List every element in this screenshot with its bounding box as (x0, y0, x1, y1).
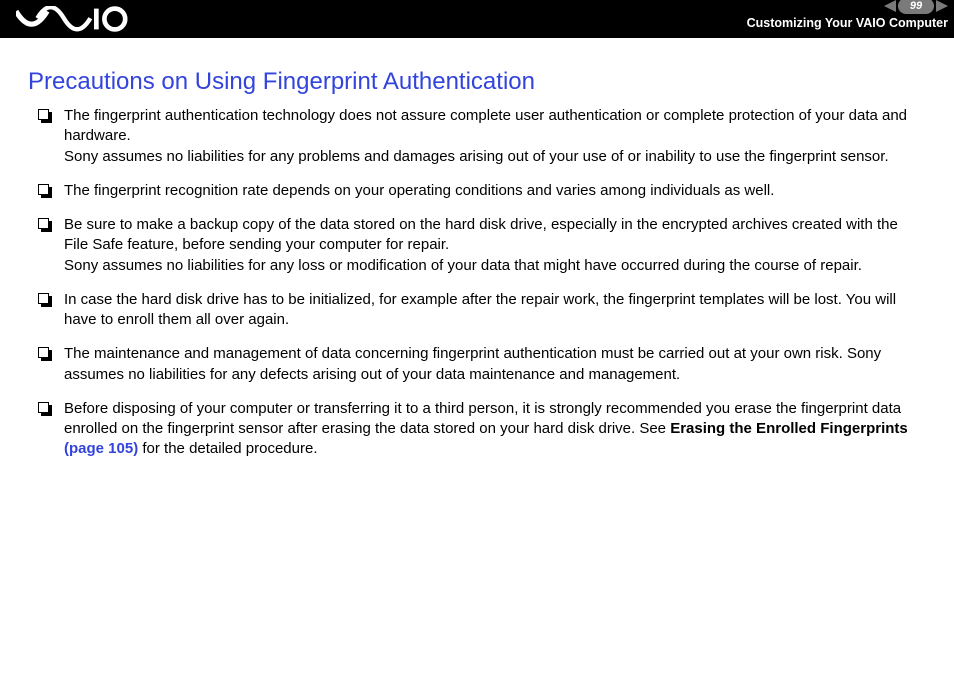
bullet-text: The fingerprint recognition rate depends… (64, 182, 774, 199)
list-item: Be sure to make a backup copy of the dat… (38, 215, 926, 276)
bullet-icon (38, 293, 53, 308)
bullet-list: The fingerprint authentication technolog… (28, 106, 926, 460)
bullet-text: Be sure to make a backup copy of the dat… (64, 216, 898, 253)
bullet-icon (38, 402, 53, 417)
page-content: Precautions on Using Fingerprint Authent… (0, 38, 954, 460)
header-bar: 99 Customizing Your VAIO Computer (0, 0, 954, 38)
bullet-icon (38, 218, 53, 233)
page-nav: 99 (884, 0, 948, 14)
bullet-text: Sony assumes no liabilities for any loss… (64, 257, 862, 274)
page-title: Precautions on Using Fingerprint Authent… (28, 68, 926, 96)
list-item: In case the hard disk drive has to be in… (38, 290, 926, 331)
bullet-text: The fingerprint authentication technolog… (64, 107, 907, 144)
bullet-icon (38, 184, 53, 199)
section-title: Customizing Your VAIO Computer (747, 16, 948, 30)
bold-ref: Erasing the Enrolled Fingerprints (670, 420, 908, 437)
bullet-icon (38, 109, 53, 124)
nav-next-icon[interactable] (936, 0, 948, 12)
bullet-text: Sony assumes no liabilities for any prob… (64, 148, 889, 165)
page-number: 99 (910, 0, 922, 12)
bullet-text: for the detailed procedure. (138, 440, 317, 457)
bullet-icon (38, 347, 53, 362)
nav-prev-icon[interactable] (884, 0, 896, 12)
list-item: The maintenance and management of data c… (38, 344, 926, 385)
list-item: The fingerprint authentication technolog… (38, 106, 926, 167)
list-item: The fingerprint recognition rate depends… (38, 181, 926, 201)
vaio-logo (16, 2, 130, 36)
page-link[interactable]: (page 105) (64, 440, 138, 457)
list-item: Before disposing of your computer or tra… (38, 399, 926, 460)
page-number-pill: 99 (898, 0, 934, 14)
bullet-text: The maintenance and management of data c… (64, 345, 881, 382)
bullet-text: In case the hard disk drive has to be in… (64, 291, 896, 328)
